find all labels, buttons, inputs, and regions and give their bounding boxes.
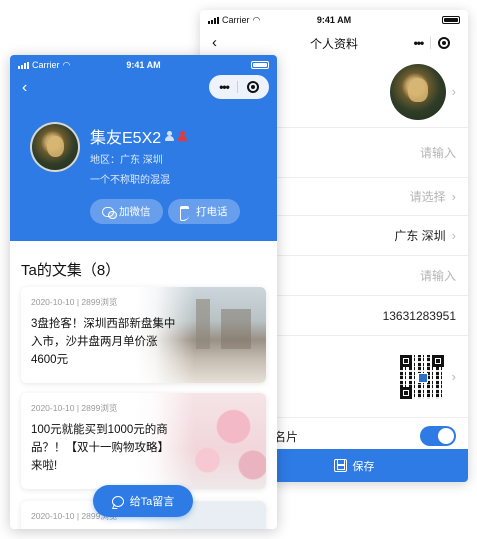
user-region: 地区：广东 深圳 [90, 155, 163, 166]
leave-message-label: 给Ta留言 [129, 496, 175, 508]
wechat-icon [102, 206, 117, 219]
card-label: 名片 [274, 429, 299, 444]
status-bar: Carrier ◠ 9:41 AM [200, 10, 468, 30]
status-time: 9:41 AM [316, 15, 352, 25]
nav-bar: ‹ 个人资料 ••• [200, 30, 468, 56]
stage: Carrier ◠ 9:41 AM ‹ 个人资料 ••• › 请输入 请选择 ›… [0, 0, 477, 539]
capsule-divider [430, 37, 432, 49]
chevron-right-icon: › [451, 369, 456, 384]
more-dots-icon[interactable]: ••• [414, 36, 425, 50]
mini-program-capsule: ••• [209, 75, 269, 99]
save-label: 保存 [352, 460, 375, 473]
qr-finder [399, 386, 412, 399]
article-title: 100元就能买到1000元的商品？！【双十一购物攻略】来啦! [31, 424, 169, 472]
add-wechat-label: 加微信 [119, 206, 151, 218]
nav-bar: ‹ ••• [10, 75, 277, 103]
target-circle-icon[interactable] [438, 37, 451, 49]
qr-finder [399, 354, 412, 367]
back-chevron-icon[interactable]: ‹ [212, 34, 217, 51]
add-wechat-button[interactable]: 加微信 [90, 199, 163, 224]
person-icon [165, 131, 175, 141]
article-card[interactable]: 2020-10-10 | 2899浏览 3盘抢客！深圳西部新盘集中入市，沙井盘两… [21, 287, 266, 383]
page-title: 个人资料 [309, 36, 358, 51]
section-title: Ta的文集（8） [21, 262, 121, 279]
capsule-divider [237, 81, 239, 93]
input-placeholder: 请输入 [419, 269, 456, 283]
select-placeholder: 请选择 [409, 190, 446, 204]
name-placeholder: 请输入 [419, 146, 456, 160]
qr-center-logo [417, 372, 428, 383]
target-circle-icon[interactable] [246, 81, 259, 93]
profile-header: Carrier ◠ 9:41 AM ‹ ••• 集友E5X2 地区：广东 深圳 … [10, 55, 277, 241]
phone-value: 13631283951 [382, 308, 456, 323]
call-button[interactable]: 打电话 [168, 199, 240, 224]
save-icon [333, 459, 347, 472]
article-card[interactable]: 2020-10-10 | 2899浏览 100元就能买到1000元的商品？！【双… [21, 393, 266, 489]
article-meta: 2020-10-10 | 2899浏览 [31, 403, 118, 413]
user-motto: 一个不称职的混混 [90, 175, 170, 186]
user-name: 集友E5X2 [90, 130, 162, 147]
chevron-right-icon: › [451, 228, 456, 243]
battery-icon [251, 61, 269, 69]
user-homepage-screen: Carrier ◠ 9:41 AM ‹ ••• 集友E5X2 地区：广东 深圳 … [10, 55, 277, 529]
avatar [30, 122, 80, 172]
region-value: 广东 深圳 [394, 229, 446, 243]
qr-code-image [397, 352, 446, 401]
article-meta: 2020-10-10 | 2899浏览 [31, 297, 118, 307]
article-title: 3盘抢客！深圳西部新盘集中入市，沙井盘两月单价涨4600元 [31, 318, 176, 366]
battery-icon [442, 16, 460, 24]
chevron-right-icon: › [451, 84, 456, 99]
call-label: 打电话 [196, 206, 228, 218]
status-time: 9:41 AM [126, 60, 161, 70]
leave-message-button[interactable]: 给Ta留言 [93, 485, 193, 517]
qr-finder [431, 354, 444, 367]
person-red-icon [178, 131, 188, 141]
back-chevron-icon[interactable]: ‹ [22, 79, 27, 97]
avatar [389, 63, 446, 120]
card-toggle[interactable] [420, 426, 456, 446]
chat-bubble-icon [111, 495, 124, 507]
mini-program-capsule: ••• [404, 31, 460, 55]
chevron-right-icon: › [451, 189, 456, 204]
phone-icon [180, 206, 191, 221]
more-dots-icon[interactable]: ••• [219, 80, 230, 94]
user-name-line: 集友E5X2 [90, 124, 188, 148]
status-bar: Carrier ◠ 9:41 AM [10, 55, 277, 75]
